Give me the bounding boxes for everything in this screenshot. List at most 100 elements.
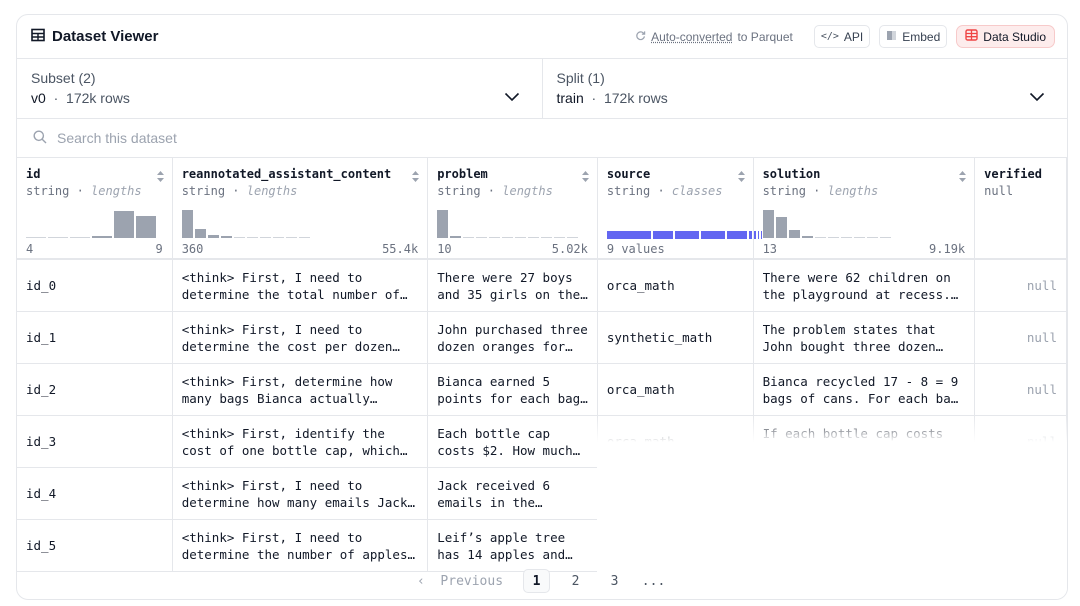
cell-id[interactable]: id_3 (17, 416, 173, 467)
column-header-id[interactable]: id string · lengths 4 9 (17, 158, 173, 258)
histogram-bar[interactable] (463, 237, 475, 238)
table-row[interactable]: id_2 <think> First, determine how many ba… (17, 364, 1067, 416)
histogram-bar[interactable] (853, 237, 865, 238)
table-row[interactable]: id_1 <think> First, I need to determine t… (17, 312, 1067, 364)
cell-solution[interactable]: The problem states that John bought thre… (754, 312, 976, 363)
viewer-header: Dataset Viewer Auto-converted to Parquet… (17, 15, 1067, 59)
column-header-problem[interactable]: problem string · lengths 10 5.02k (428, 158, 598, 258)
class-segment[interactable] (726, 231, 747, 239)
histogram-bar[interactable] (541, 237, 553, 238)
column-header-verified[interactable]: verified null (975, 158, 1067, 258)
histogram-bar[interactable] (515, 237, 527, 238)
class-segment[interactable] (674, 231, 699, 239)
cell-reannotated[interactable]: <think> First, determine how many bags B… (173, 364, 429, 415)
histogram-bar[interactable] (26, 237, 46, 238)
embed-button[interactable]: Embed (879, 25, 948, 48)
column-name: solution (762, 167, 821, 181)
split-value: train · 172k rows (556, 90, 668, 106)
cell-source[interactable]: orca_math (598, 260, 754, 311)
class-segment[interactable] (652, 231, 673, 239)
histogram-bar[interactable] (450, 236, 462, 238)
page-button-3[interactable]: 3 (601, 569, 628, 593)
page-button-2[interactable]: 2 (562, 569, 589, 593)
class-segment[interactable] (606, 231, 651, 239)
sort-icon[interactable] (411, 168, 420, 187)
cell-id[interactable]: id_0 (17, 260, 173, 311)
cell-source[interactable]: orca_math (598, 364, 754, 415)
column-header-source[interactable]: source string · classes 9 values (598, 158, 762, 258)
histogram-bar[interactable] (220, 236, 232, 238)
cell-problem[interactable]: Bianca earned 5 points for each bag of c… (428, 364, 598, 415)
cell-reannotated[interactable]: <think> First, identify the cost of one … (173, 416, 429, 467)
class-segment[interactable] (748, 231, 752, 239)
cell-problem[interactable]: Jack received 6 emails in the morning an… (428, 468, 598, 519)
pagination: ‹ Previous 1 2 3 ... (17, 561, 1067, 599)
cell-reannotated[interactable]: <think> First, I need to determine the c… (173, 312, 429, 363)
histogram-bar[interactable] (272, 237, 284, 238)
cell-reannotated[interactable]: <think> First, I need to determine the t… (173, 260, 429, 311)
previous-page-button[interactable]: ‹ Previous (417, 574, 503, 589)
table-row[interactable]: id_0 <think> First, I need to determine t… (17, 260, 1067, 312)
histogram-bar[interactable] (437, 210, 449, 238)
split-dropdown[interactable]: Split (1) train · 172k rows (541, 59, 1068, 118)
histogram-bar[interactable] (489, 237, 501, 238)
cell-problem[interactable]: There were 27 boys and 35 girls on the p… (428, 260, 598, 311)
histogram-bar[interactable] (788, 230, 800, 238)
cell-solution[interactable]: There were 62 children on the playground… (754, 260, 976, 311)
class-segment[interactable] (700, 231, 725, 239)
histogram-bar[interactable] (136, 216, 156, 238)
search-input[interactable]: Search this dataset (57, 130, 177, 146)
cell-verified[interactable]: null (975, 312, 1067, 363)
cell-id[interactable]: id_2 (17, 364, 173, 415)
histogram-bar[interactable] (827, 237, 839, 238)
histogram-bar[interactable] (775, 217, 787, 238)
length-histogram (26, 208, 156, 238)
histogram-bar[interactable] (879, 237, 891, 238)
histogram-bar[interactable] (528, 237, 540, 238)
sort-icon[interactable] (958, 168, 967, 187)
cell-id[interactable]: id_4 (17, 468, 173, 519)
histogram-bar[interactable] (801, 236, 813, 238)
histogram-bar[interactable] (259, 237, 271, 238)
histogram-bar[interactable] (114, 211, 134, 238)
histogram-bar[interactable] (298, 237, 310, 238)
cell-source[interactable]: synthetic_math (598, 312, 754, 363)
sort-icon[interactable] (581, 168, 590, 187)
histogram-bar[interactable] (181, 210, 193, 238)
histogram-bar[interactable] (285, 237, 297, 238)
sort-icon[interactable] (737, 168, 746, 187)
histogram-bar[interactable] (866, 237, 878, 238)
histogram-bar[interactable] (567, 237, 579, 238)
column-range: 9 values (606, 242, 665, 256)
cell-verified[interactable]: null (975, 260, 1067, 311)
sort-icon[interactable] (156, 168, 165, 187)
histogram-bar[interactable] (840, 237, 852, 238)
cell-reannotated[interactable]: <think> First, I need to determine how m… (173, 468, 429, 519)
histogram-bar[interactable] (233, 237, 245, 238)
cell-id[interactable]: id_1 (17, 312, 173, 363)
histogram-bar[interactable] (246, 237, 258, 238)
subset-dropdown[interactable]: Subset (2) v0 · 172k rows (17, 59, 542, 118)
histogram-bar[interactable] (48, 237, 68, 238)
dataset-search-bar[interactable]: Search this dataset (17, 119, 1067, 158)
histogram-bar[interactable] (554, 237, 566, 238)
data-studio-button[interactable]: Data Studio (956, 25, 1055, 48)
histogram-bar[interactable] (814, 237, 826, 238)
column-type: string · classes (606, 184, 723, 198)
column-header-solution[interactable]: solution string · lengths 13 9.19k (754, 158, 976, 258)
histogram-bar[interactable] (70, 237, 90, 238)
cell-verified[interactable]: null (975, 364, 1067, 415)
column-header-reannotated-assistant-content[interactable]: reannotated_assistant_content string · le… (173, 158, 429, 258)
cell-problem[interactable]: John purchased three dozen oranges for $… (428, 312, 598, 363)
cell-problem[interactable]: Each bottle cap costs $2. How much do 6 … (428, 416, 598, 467)
histogram-bar[interactable] (194, 229, 206, 238)
histogram-bar[interactable] (502, 237, 514, 238)
page-button-1[interactable]: 1 (523, 569, 551, 593)
cell-solution[interactable]: Bianca recycled 17 - 8 = 9 bags of cans.… (754, 364, 976, 415)
auto-converted-link[interactable]: Auto-converted (651, 30, 732, 44)
histogram-bar[interactable] (207, 235, 219, 238)
histogram-bar[interactable] (762, 210, 774, 238)
api-button[interactable]: </> API (813, 25, 871, 48)
histogram-bar[interactable] (476, 237, 488, 238)
histogram-bar[interactable] (92, 236, 112, 238)
